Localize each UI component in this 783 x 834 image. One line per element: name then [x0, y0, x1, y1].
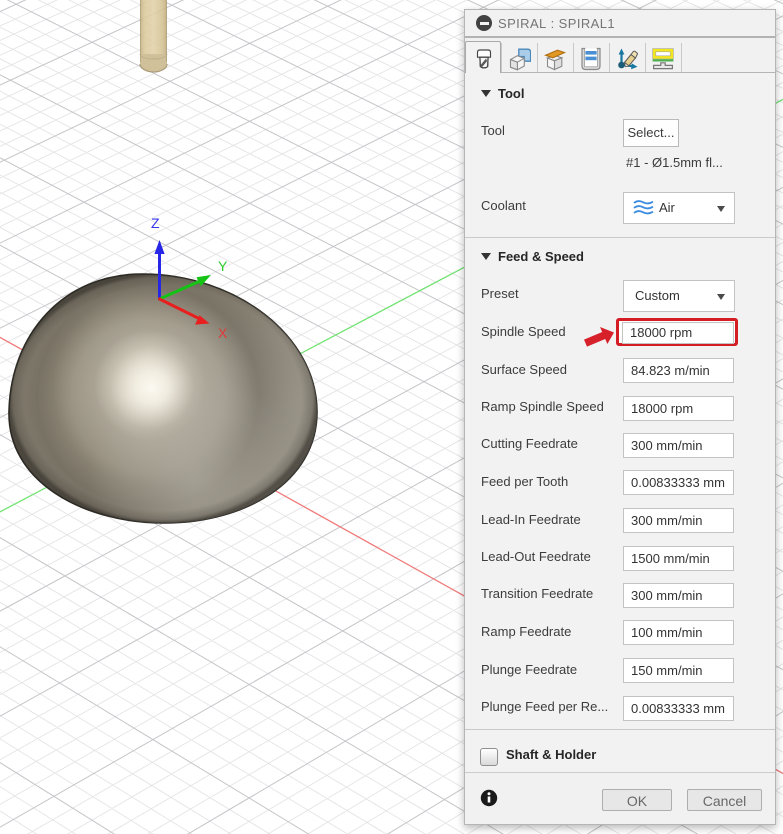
svg-text:Y: Y [218, 258, 228, 274]
svg-text:Z: Z [151, 215, 160, 231]
svg-text:X: X [218, 325, 228, 341]
